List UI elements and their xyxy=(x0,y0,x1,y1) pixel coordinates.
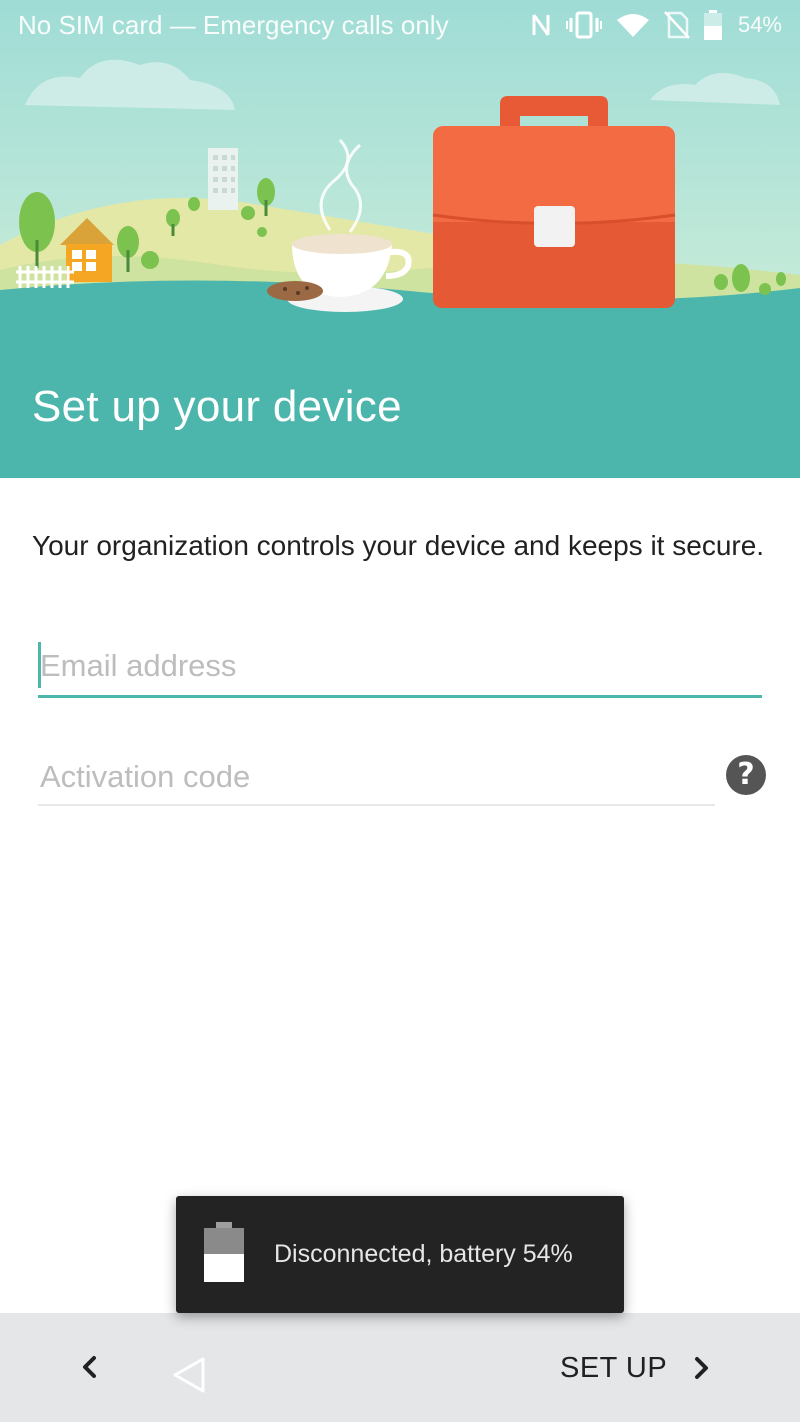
activation-code-field[interactable] xyxy=(38,752,715,806)
battery-icon xyxy=(703,10,722,40)
system-back-button[interactable] xyxy=(168,1355,212,1399)
setup-button[interactable]: SET UP xyxy=(560,1343,713,1393)
battery-toast: Disconnected, battery 54% xyxy=(176,1196,624,1313)
text-cursor xyxy=(38,642,41,688)
carrier-status-text: No SIM card — Emergency calls only xyxy=(18,9,449,40)
email-input[interactable] xyxy=(38,640,762,692)
hero-banner: No SIM card — Emergency calls only 54% S… xyxy=(0,0,800,478)
battery-icon xyxy=(204,1222,244,1287)
chevron-right-icon xyxy=(695,1357,709,1379)
setup-button-label: SET UP xyxy=(560,1351,668,1384)
bottom-navigation-bar: SET UP xyxy=(0,1313,800,1422)
toast-message: Disconnected, battery 54% xyxy=(274,1240,573,1268)
chevron-left-icon xyxy=(83,1356,96,1378)
status-icons: 54% xyxy=(530,10,782,40)
vibrate-icon xyxy=(565,11,602,39)
nfc-icon xyxy=(530,12,552,38)
email-field[interactable] xyxy=(38,640,762,698)
help-icon[interactable]: ? xyxy=(726,755,766,795)
activation-code-input[interactable] xyxy=(38,752,715,802)
setup-description: Your organization controls your device a… xyxy=(32,530,765,561)
previous-button[interactable] xyxy=(70,1345,110,1389)
battery-percent: 54% xyxy=(737,12,782,37)
no-sim-icon xyxy=(664,11,690,39)
status-bar: No SIM card — Emergency calls only 54% xyxy=(0,0,800,50)
page-title: Set up your device xyxy=(32,382,402,431)
back-triangle-icon xyxy=(173,1357,205,1393)
wifi-icon xyxy=(616,12,650,38)
